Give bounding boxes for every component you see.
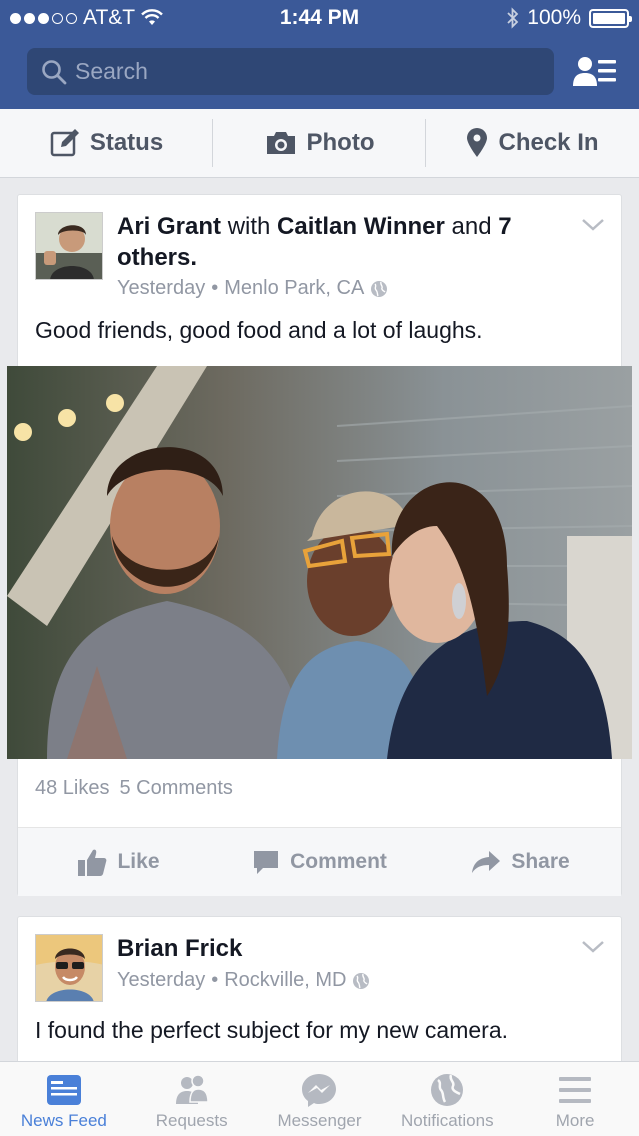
messenger-icon [302,1074,337,1107]
likes-count[interactable]: 48 Likes [35,777,110,800]
status-label: Status [89,129,164,156]
post-photo[interactable] [7,366,632,759]
news-feed-icon [46,1075,81,1105]
edit-icon [50,129,79,157]
friends-list-icon [573,57,616,86]
post-time[interactable]: Yesterday [117,277,205,300]
like-button[interactable]: Like [18,828,219,896]
photo-label: Photo [306,129,375,156]
post-header: Ari Grant with Caitlan Winner and 7 othe… [117,211,537,273]
comment-button[interactable]: Comment [219,828,420,896]
comment-label: Comment [290,850,387,873]
post-card: Brian Frick Yesterday • Rockville, MD I … [17,916,622,1076]
avatar[interactable] [35,934,103,1002]
status-right: 100% [507,6,632,30]
tab-requests[interactable]: Requests [128,1062,256,1136]
tab-more[interactable]: More [511,1062,639,1136]
post-text: I found the perfect subject for my new c… [35,1017,509,1043]
post-location[interactable]: Rockville, MD [224,969,346,992]
battery-percent: 100% [527,6,581,29]
post-actions: Like Comment Share [18,828,621,896]
tab-label: More [555,1111,595,1130]
post-time[interactable]: Yesterday [117,969,205,992]
tab-label: Requests [155,1111,228,1130]
composer-bar: Status Photo Check In [0,109,639,178]
with-text: with [227,213,271,240]
search-icon [42,59,67,84]
tab-notifications[interactable]: Notifications [383,1062,511,1136]
avatar[interactable] [35,212,103,280]
post-meta: Yesterday • Menlo Park, CA [117,277,388,300]
requests-icon [175,1074,209,1104]
share-label: Share [511,850,570,873]
status-button[interactable]: Status [0,109,213,177]
tab-label: Messenger [277,1111,362,1130]
comments-count[interactable]: 5 Comments [120,777,233,800]
profile-photo [36,935,102,1001]
search-input[interactable] [75,58,515,85]
profile-photo [36,213,102,279]
tab-messenger[interactable]: Messenger [256,1062,384,1136]
comment-icon [254,851,279,874]
check-in-button[interactable]: Check In [426,109,639,177]
globe-icon [431,1074,464,1106]
globe-icon [371,280,388,297]
tagged-name[interactable]: Caitlan Winner [277,213,445,240]
tab-news-feed[interactable]: News Feed [0,1062,128,1136]
post-counts: 48 Likes 5 Comments [35,777,233,800]
globe-icon [353,972,370,989]
status-bar: AT&T 1:44 PM 100% [0,0,639,36]
photo-button[interactable]: Photo [213,109,426,177]
author-name[interactable]: Brian Frick [117,935,242,962]
author-name[interactable]: Ari Grant [117,213,221,240]
tab-label: News Feed [20,1111,107,1130]
chevron-down-icon[interactable] [581,939,605,955]
thumbs-up-icon [78,849,107,876]
chevron-down-icon[interactable] [581,217,605,233]
search-bar[interactable] [27,48,554,95]
friends-list-button[interactable] [572,54,618,90]
battery-icon [589,8,632,28]
separator-dot: • [211,277,219,299]
and-text: and [451,213,492,240]
check-in-label: Check In [498,129,599,156]
post-location[interactable]: Menlo Park, CA [224,277,364,300]
share-button[interactable]: Share [420,828,621,896]
bluetooth-icon [507,7,519,29]
post-meta: Yesterday • Rockville, MD [117,969,370,992]
top-bar: AT&T 1:44 PM 100% [0,0,639,109]
separator-dot: • [211,969,219,991]
location-pin-icon [467,128,488,157]
like-label: Like [117,850,160,873]
camera-icon [266,132,295,154]
friends-photo [7,366,632,759]
menu-icon [559,1077,592,1103]
share-icon [472,851,501,873]
post-header: Brian Frick [117,933,537,964]
tab-label: Notifications [400,1111,494,1130]
post-text: Good friends, good food and a lot of lau… [35,317,483,343]
tab-bar: News Feed Requests Messenger Notificatio… [0,1061,639,1136]
